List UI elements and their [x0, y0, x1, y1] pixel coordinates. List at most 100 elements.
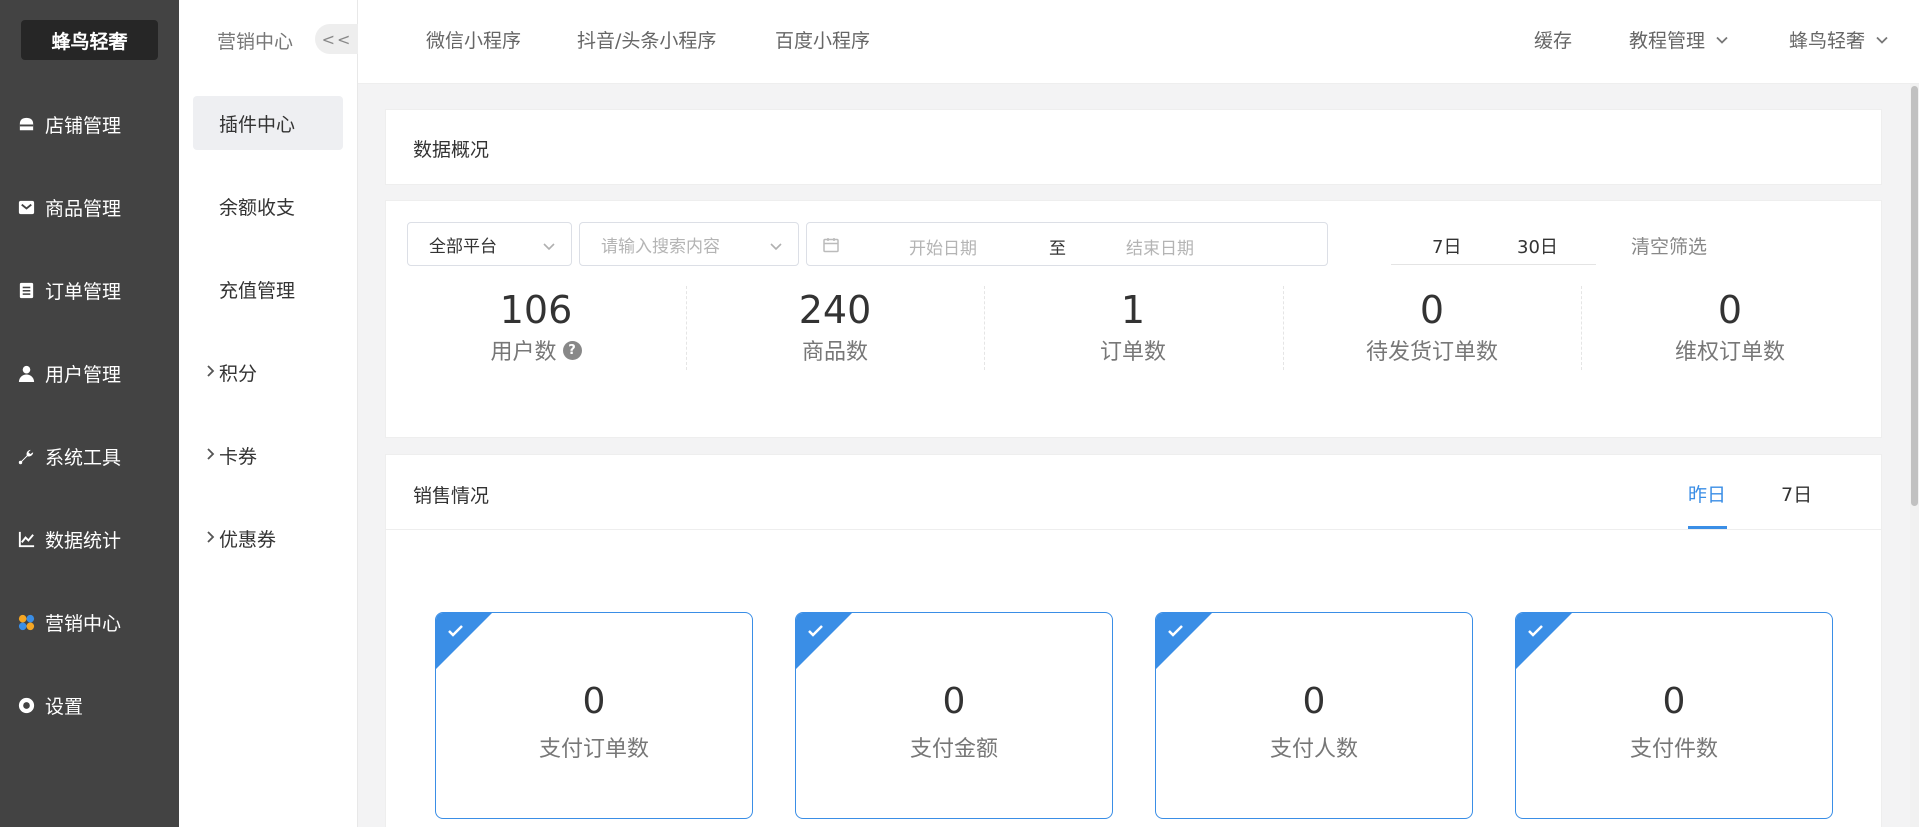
brand-logo[interactable]: 蜂鸟轻奢: [21, 20, 158, 60]
sidebar-item-label: 订单管理: [45, 280, 122, 303]
check-icon: [446, 621, 466, 641]
metric-value: 0: [942, 681, 966, 722]
tab-7-days[interactable]: 7日: [1781, 480, 1812, 507]
chevron-right-icon: [201, 528, 219, 546]
metric-label: 支付人数: [1269, 737, 1358, 762]
cache-link[interactable]: 缓存: [1534, 26, 1572, 53]
end-date-input[interactable]: 结束日期: [1126, 234, 1194, 259]
clear-filter-button[interactable]: 清空筛选: [1631, 232, 1707, 259]
page-scrollbar-thumb[interactable]: [1911, 86, 1918, 506]
sub-item-label: 优惠券: [219, 528, 277, 551]
start-date-input[interactable]: 开始日期: [909, 234, 977, 259]
sub-item-points[interactable]: 积分: [193, 345, 343, 399]
chevron-down-icon: [1876, 36, 1888, 44]
sidebar-item-statistics[interactable]: 数据统计: [0, 519, 179, 559]
sub-item-recharge[interactable]: 充值管理: [193, 262, 343, 316]
goods-icon: [15, 196, 37, 218]
tutorial-menu[interactable]: 教程管理: [1629, 26, 1729, 53]
user-name: 蜂鸟轻奢: [1789, 30, 1866, 52]
tab-wechat-miniprogram[interactable]: 微信小程序: [426, 26, 521, 53]
marketing-icon: [15, 611, 37, 633]
sub-item-cards[interactable]: 卡券: [193, 428, 343, 482]
help-icon[interactable]: ?: [562, 340, 582, 360]
sub-item-label: 插件中心: [219, 113, 296, 136]
metric-label: 支付金额: [909, 737, 998, 762]
metric-paid-items[interactable]: 0 支付件数: [1515, 612, 1833, 819]
tutorial-label: 教程管理: [1629, 30, 1706, 52]
stat-pending-shipment: 0 待发货订单数: [1283, 288, 1581, 366]
metric-paid-users[interactable]: 0 支付人数: [1155, 612, 1473, 819]
sidebar-item-shop[interactable]: 店铺管理: [0, 104, 179, 144]
date-range-picker[interactable]: 开始日期 至 结束日期: [806, 222, 1328, 266]
quick-range-underline: [1391, 264, 1596, 265]
top-bar: 微信小程序 抖音/头条小程序 百度小程序 缓存 教程管理 蜂鸟轻奢: [358, 0, 1919, 84]
platform-select[interactable]: 全部平台: [407, 222, 572, 266]
sub-item-label: 卡券: [219, 445, 258, 468]
stat-label-text: 用户数: [490, 340, 557, 365]
stat-label: 待发货订单数: [1365, 340, 1498, 365]
chevron-down-icon: [770, 243, 782, 251]
stat-label: 用户数?: [490, 334, 582, 366]
check-icon: [806, 621, 826, 641]
user-menu[interactable]: 蜂鸟轻奢: [1789, 26, 1889, 53]
sidebar-item-settings[interactable]: 设置: [0, 685, 179, 725]
chevron-down-icon: [543, 243, 555, 251]
stat-dispute-orders: 0 维权订单数: [1581, 288, 1879, 366]
stat-value: 240: [798, 288, 872, 332]
quick-30-days[interactable]: 30日: [1517, 233, 1558, 259]
sidebar-item-orders[interactable]: 订单管理: [0, 270, 179, 310]
stat-value: 106: [499, 288, 573, 332]
settings-icon: [15, 694, 37, 716]
quick-7-days[interactable]: 7日: [1432, 233, 1461, 259]
search-select[interactable]: 请输入搜索内容: [579, 222, 799, 266]
stat-value: 0: [1419, 288, 1445, 332]
metric-paid-orders[interactable]: 0 支付订单数: [435, 612, 753, 819]
search-placeholder: 请输入搜索内容: [601, 236, 720, 257]
sidebar-item-label: 店铺管理: [45, 114, 122, 137]
sidebar-item-users[interactable]: 用户管理: [0, 353, 179, 393]
wrench-icon: [15, 445, 37, 467]
platform-select-value: 全部平台: [429, 236, 497, 257]
sub-item-label: 余额收支: [219, 196, 296, 219]
sub-sidebar: 营销中心 插件中心 余额收支 充值管理 积分 卡券 优惠券: [179, 0, 358, 827]
sub-item-balance[interactable]: 余额收支: [193, 179, 343, 233]
metric-label: 支付件数: [1629, 737, 1718, 762]
stat-value: 0: [1717, 288, 1743, 332]
stat-orders: 1 订单数: [984, 288, 1282, 366]
main-sidebar: 蜂鸟轻奢 店铺管理 商品管理 订单管理 用户管理 系统工具 数据统计 营销中心 …: [0, 0, 179, 827]
chevron-down-icon: [1716, 36, 1728, 44]
tab-douyin-miniprogram[interactable]: 抖音/头条小程序: [577, 26, 716, 53]
overview-title-card: 数据概况: [385, 109, 1882, 185]
range-separator: 至: [1049, 239, 1066, 259]
sidebar-item-goods[interactable]: 商品管理: [0, 187, 179, 227]
tab-yesterday[interactable]: 昨日: [1688, 480, 1726, 507]
metric-paid-amount[interactable]: 0 支付金额: [795, 612, 1113, 819]
cache-label: 缓存: [1534, 30, 1573, 52]
sales-divider: [386, 529, 1881, 530]
metric-value: 0: [1662, 681, 1686, 722]
metric-value: 0: [582, 681, 606, 722]
sub-item-coupons[interactable]: 优惠券: [193, 511, 343, 565]
order-icon: [15, 279, 37, 301]
chevron-right-icon: [201, 362, 219, 380]
chevron-right-icon: [201, 445, 219, 463]
chart-icon: [15, 528, 37, 550]
sidebar-item-marketing[interactable]: 营销中心: [0, 602, 179, 642]
sidebar-item-label: 系统工具: [45, 446, 122, 469]
sub-item-plugins[interactable]: 插件中心: [193, 96, 343, 150]
metric-value: 0: [1302, 681, 1326, 722]
sidebar-item-label: 设置: [45, 695, 84, 718]
sidebar-item-tools[interactable]: 系统工具: [0, 436, 179, 476]
sub-item-label: 充值管理: [219, 279, 296, 302]
user-icon: [15, 362, 37, 384]
shop-icon: [15, 113, 37, 135]
stat-users: 106 用户数?: [387, 288, 685, 366]
stat-goods: 240 商品数: [686, 288, 984, 366]
sidebar-item-label: 营销中心: [45, 612, 122, 635]
stat-label: 订单数: [1099, 340, 1166, 365]
collapse-sidebar-button[interactable]: <<: [315, 24, 359, 54]
tab-baidu-miniprogram[interactable]: 百度小程序: [775, 26, 870, 53]
stat-value: 1: [1120, 288, 1146, 332]
stat-label: 商品数: [801, 340, 868, 365]
sub-item-label: 积分: [219, 362, 258, 385]
